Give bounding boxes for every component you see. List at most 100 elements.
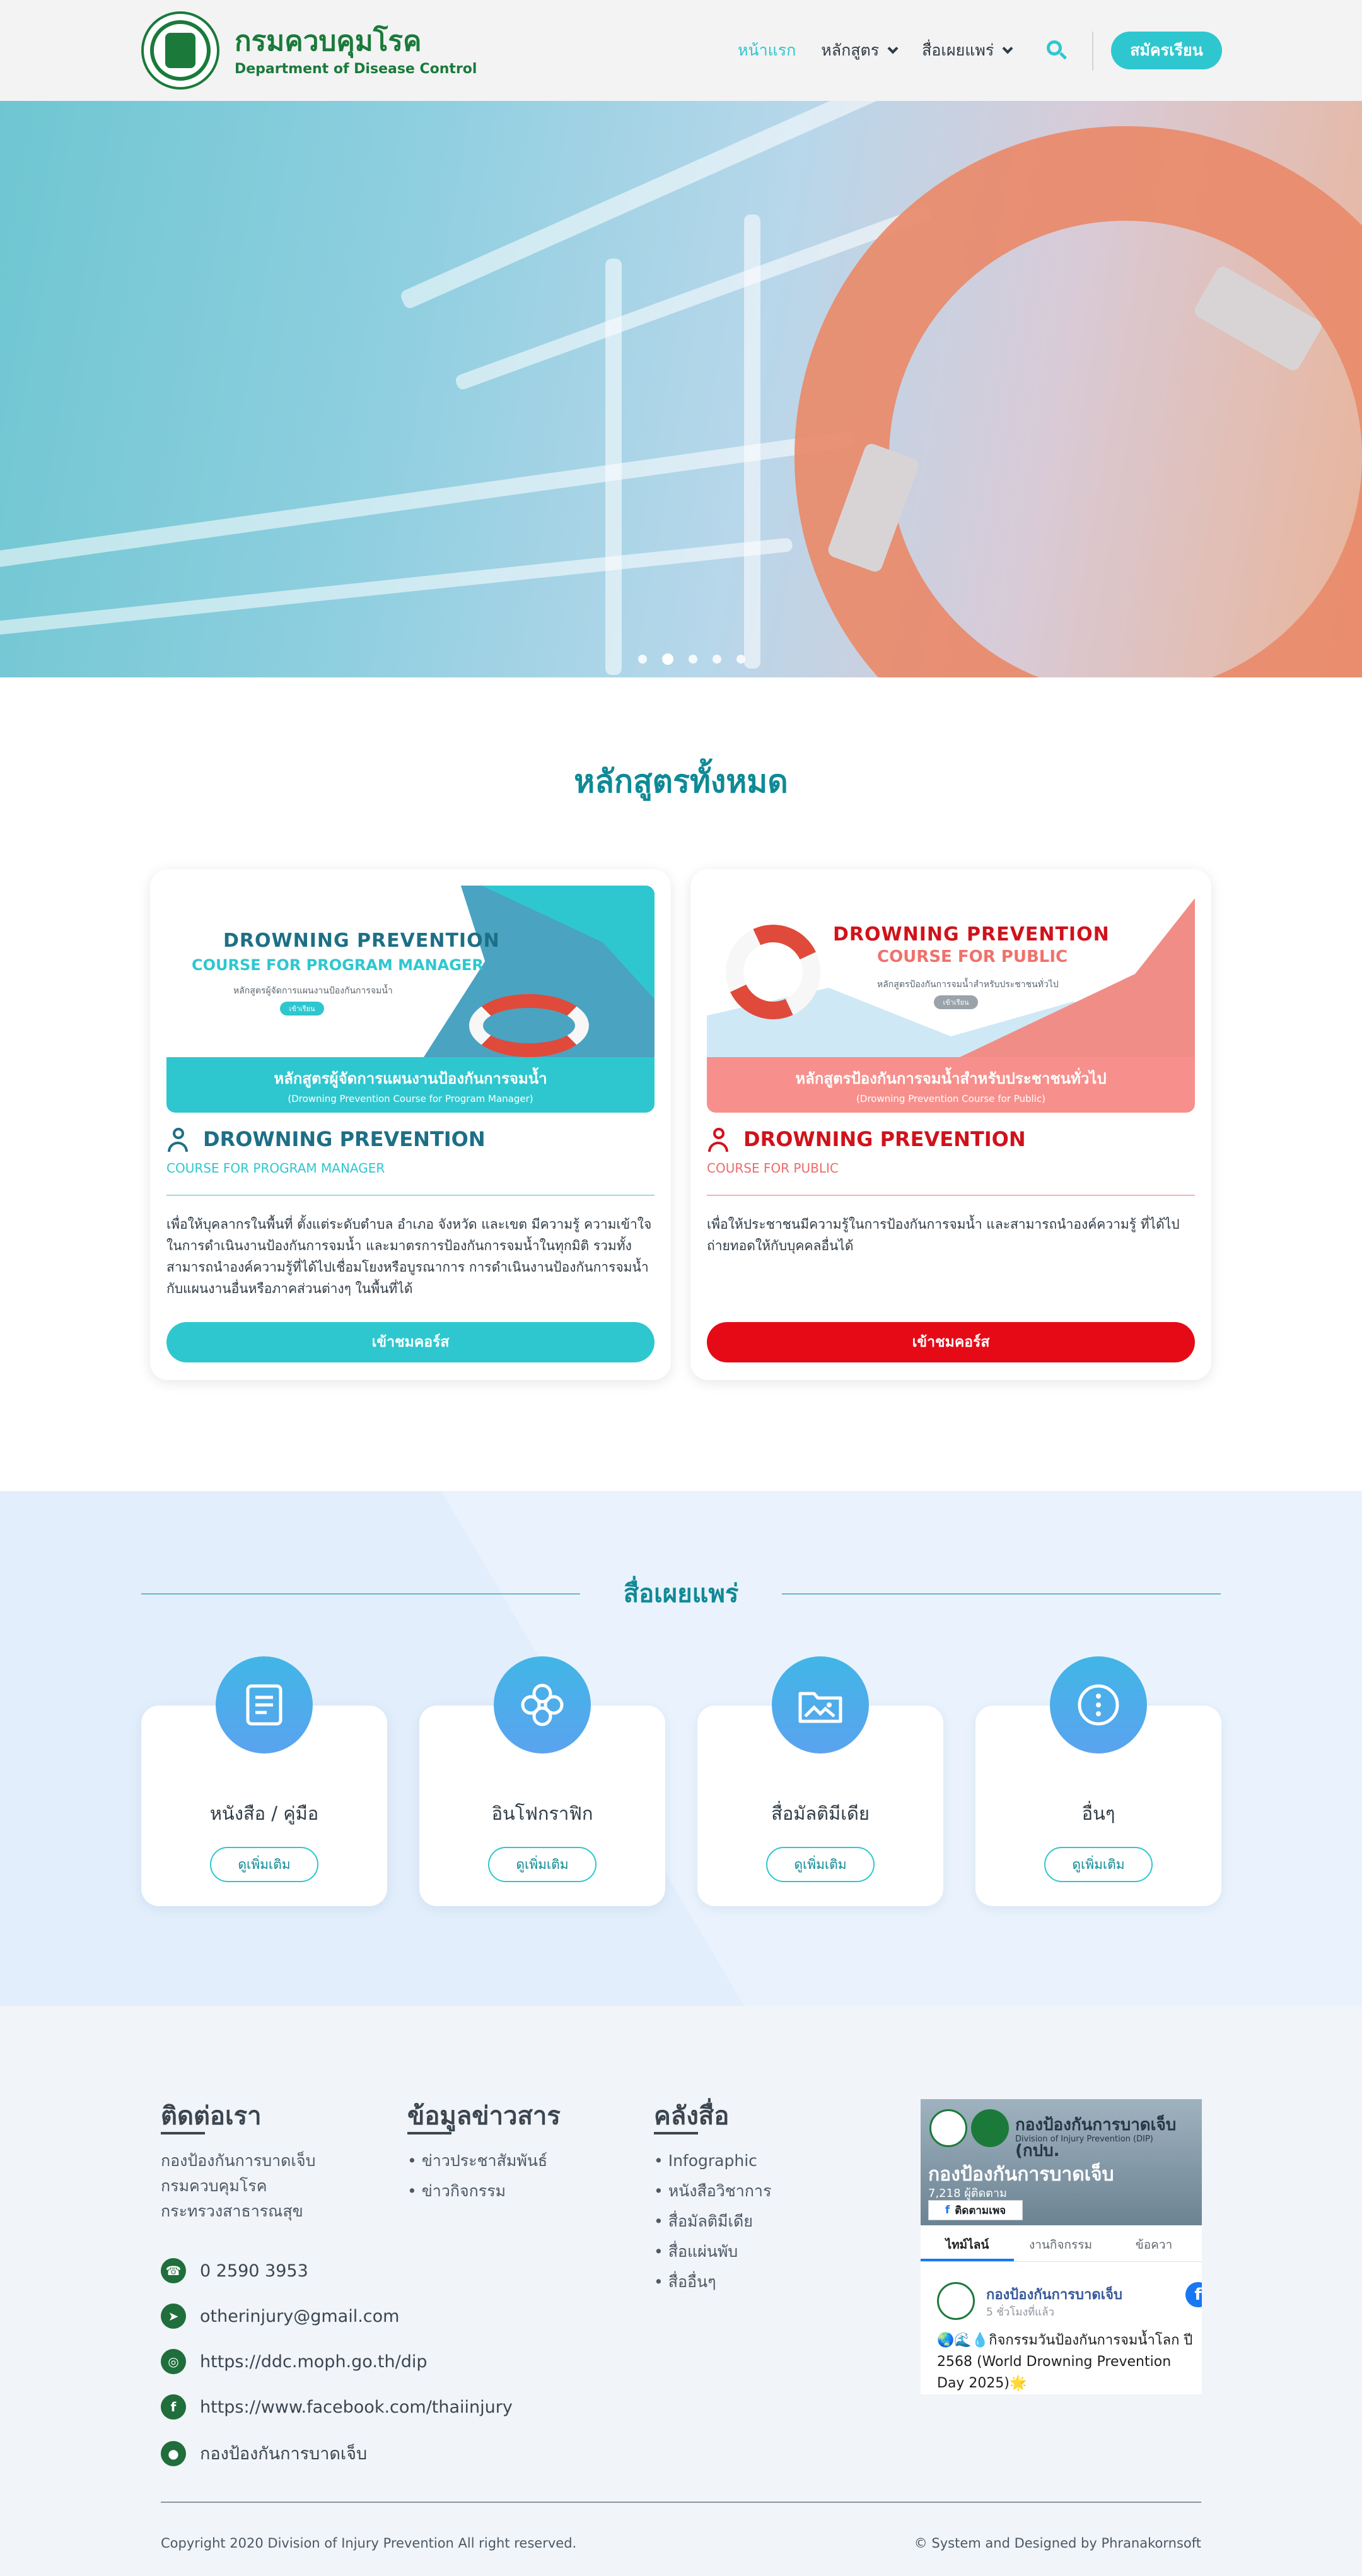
footer-link[interactable]: • ข่าวประชาสัมพันธ์ bbox=[407, 2146, 547, 2176]
media-card-label: สื่อมัลติมีเดีย bbox=[771, 1803, 870, 1824]
title-underline bbox=[654, 2132, 698, 2134]
slide-dot[interactable] bbox=[713, 655, 721, 664]
course-subtitle: COURSE FOR PROGRAM MANAGER bbox=[166, 1161, 385, 1176]
course-card-program-manager: DROWNING PREVENTION COURSE FOR PROGRAM M… bbox=[150, 869, 671, 1380]
footer-link[interactable]: • ข่าวกิจกรรม bbox=[407, 2176, 547, 2206]
contact-website[interactable]: ◎ https://ddc.moph.go.th/dip bbox=[161, 2349, 427, 2374]
title-underline bbox=[407, 2132, 451, 2134]
phone-icon: ☎ bbox=[161, 2258, 186, 2283]
post-time: 5 ชั่วโมงที่แล้ว bbox=[986, 2306, 1055, 2319]
slide-dot[interactable] bbox=[689, 655, 697, 664]
lifebuoy-image bbox=[794, 126, 1362, 677]
footer-link[interactable]: • สื่อแผ่นพับ bbox=[654, 2237, 771, 2267]
post-author[interactable]: กองป้องกันการบาดเจ็บ bbox=[986, 2283, 1122, 2305]
view-course-button[interactable]: เข้าชมคอร์ส bbox=[707, 1322, 1195, 1362]
media-card-label: อินโฟกราฟิก bbox=[491, 1803, 593, 1824]
copyright-text: Copyright 2020 Division of Injury Preven… bbox=[161, 2536, 577, 2551]
slide-dot[interactable] bbox=[638, 655, 647, 664]
contact-email[interactable]: ➤ otherinjury@gmail.com bbox=[161, 2304, 399, 2329]
media-card-label: หนังสือ / คู่มือ bbox=[209, 1803, 319, 1824]
course-subtitle: COURSE FOR PUBLIC bbox=[707, 1161, 839, 1176]
footer-library-list: • Infographic • หนังสือวิชาการ • สื่อมัล… bbox=[654, 2146, 771, 2297]
org-ministry: กระทรวงสาธารณสุข bbox=[161, 2202, 303, 2220]
designed-by-text: © System and Designed by Phranakornsoft bbox=[914, 2536, 1201, 2551]
tab-timeline[interactable]: ไทม์ไลน์ bbox=[921, 2230, 1014, 2261]
title-underline bbox=[161, 2132, 205, 2134]
facebook-follow-button[interactable]: f ติดตามเพจ bbox=[928, 2200, 1023, 2220]
people-icon bbox=[707, 1127, 732, 1152]
media-card-label: อื่นๆ bbox=[1081, 1803, 1115, 1824]
main-nav: หน้าแรก หลักสูตร สื่อเผยแพร่ bbox=[738, 35, 1037, 66]
facebook-tabs: ไทม์ไลน์ งานกิจกรรม ข้อควา bbox=[921, 2230, 1202, 2262]
facebook-icon: f bbox=[161, 2394, 186, 2420]
nav-divider bbox=[1092, 32, 1093, 71]
see-more-button[interactable]: ดูเพิ่มเติม bbox=[210, 1847, 318, 1882]
more-icon bbox=[1050, 1656, 1147, 1753]
nav-courses[interactable]: หลักสูตร bbox=[821, 38, 899, 63]
document-icon bbox=[216, 1656, 313, 1753]
slider-pagination bbox=[631, 653, 753, 665]
see-more-button[interactable]: ดูเพิ่มเติม bbox=[766, 1847, 875, 1882]
site-logo[interactable]: กรมควบคุมโรค Department of Disease Contr… bbox=[141, 11, 477, 90]
view-course-button[interactable]: เข้าชมคอร์ส bbox=[166, 1322, 655, 1362]
course-divider bbox=[166, 1195, 655, 1196]
contact-facebook[interactable]: f https://www.facebook.com/thaiinjury bbox=[161, 2394, 513, 2420]
course-description: เพื่อให้ประชาชนมีความรู้ในการป้องกันการจ… bbox=[707, 1217, 1180, 1253]
facebook-page-widget[interactable]: กองป้องกันการบาดเจ็บ (กปบ. Division of I… bbox=[921, 2099, 1202, 2394]
hero-slider[interactable] bbox=[0, 101, 1362, 677]
ministry-seal-icon bbox=[141, 11, 219, 90]
see-more-button[interactable]: ดูเพิ่มเติม bbox=[1044, 1847, 1153, 1882]
contact-phone[interactable]: ☎ 0 2590 3953 bbox=[161, 2258, 308, 2283]
facebook-icon[interactable]: f bbox=[1185, 2282, 1202, 2307]
course-banner-image[interactable]: DROWNING PREVENTION COURSE FOR PUBLIC หล… bbox=[707, 886, 1195, 1113]
course-banner-image[interactable]: DROWNING PREVENTION COURSE FOR PROGRAM M… bbox=[166, 886, 655, 1113]
media-title: สื่อเผยแพร่ bbox=[623, 1579, 739, 1608]
logo-title-english: Department of Disease Control bbox=[235, 61, 477, 77]
site-header: กรมควบคุมโรค Department of Disease Contr… bbox=[0, 0, 1362, 101]
contact-line[interactable]: ● กองป้องกันการบาดเจ็บ bbox=[161, 2440, 367, 2467]
nav-home[interactable]: หน้าแรก bbox=[738, 38, 796, 63]
courses-title: หลักสูตรทั้งหมด bbox=[574, 763, 788, 800]
media-section: สื่อเผยแพร่ หนังสือ / คู่มือ ดูเพิ่มเติม… bbox=[0, 1491, 1362, 2006]
footer-link[interactable]: • สื่อมัลติมีเดีย bbox=[654, 2206, 771, 2237]
chevron-down-icon bbox=[887, 43, 899, 54]
footer-link[interactable]: • Infographic bbox=[654, 2146, 771, 2176]
org-name: กองป้องกันการบาดเจ็บ bbox=[161, 2152, 316, 2170]
folder-image-icon bbox=[772, 1656, 869, 1753]
infographic-icon bbox=[494, 1656, 591, 1753]
course-card-public: DROWNING PREVENTION COURSE FOR PUBLIC หล… bbox=[690, 869, 1211, 1380]
tab-about[interactable]: ข้อควา bbox=[1107, 2230, 1201, 2261]
lifebuoy-icon bbox=[469, 994, 589, 1057]
footer-news-title: ข้อมูลข่าวสาร bbox=[407, 2102, 561, 2131]
tab-events[interactable]: งานกิจกรรม bbox=[1014, 2230, 1107, 2261]
course-name: DROWNING PREVENTION bbox=[743, 1127, 1026, 1151]
footer-link[interactable]: • สื่ออื่นๆ bbox=[654, 2267, 771, 2297]
course-description: เพื่อให้บุคลากรในพื้นที่ ตั้งแต่ระดับตำบ… bbox=[166, 1217, 652, 1296]
footer-library-title: คลังสื่อ bbox=[654, 2102, 730, 2131]
chevron-down-icon bbox=[1002, 43, 1013, 54]
facebook-icon: f bbox=[945, 2204, 950, 2216]
slide-dot-active[interactable] bbox=[662, 653, 673, 665]
site-footer: ติดต่อเรา กองป้องกันการบาดเจ็บ กรมควบคุม… bbox=[0, 2006, 1362, 2576]
logo-title-thai: กรมควบคุมโรค bbox=[235, 25, 422, 57]
line-icon: ● bbox=[161, 2440, 186, 2466]
course-name: DROWNING PREVENTION bbox=[203, 1127, 486, 1151]
signup-button[interactable]: สมัครเรียน bbox=[1111, 32, 1222, 69]
send-icon: ➤ bbox=[161, 2304, 186, 2329]
avatar[interactable] bbox=[937, 2282, 975, 2320]
search-icon[interactable] bbox=[1047, 40, 1068, 61]
footer-contact-title: ติดต่อเรา bbox=[161, 2102, 262, 2131]
footer-news-list: • ข่าวประชาสัมพันธ์ • ข่าวกิจกรรม bbox=[407, 2146, 547, 2206]
globe-icon: ◎ bbox=[161, 2349, 186, 2374]
course-divider bbox=[707, 1195, 1195, 1196]
post-text: 🌏🌊💧กิจกรรมวันป้องกันการจมน้ำโลก ปี 2568 … bbox=[937, 2333, 1193, 2391]
nav-media[interactable]: สื่อเผยแพร่ bbox=[922, 38, 1013, 63]
facebook-follower-count: 7,218 ผู้ติดตาม bbox=[928, 2187, 1007, 2200]
footer-link[interactable]: • หนังสือวิชาการ bbox=[654, 2176, 771, 2206]
footer-divider bbox=[161, 2502, 1201, 2503]
person-location-icon bbox=[166, 1127, 192, 1152]
org-department: กรมควบคุมโรค bbox=[161, 2177, 267, 2195]
slide-dot[interactable] bbox=[736, 655, 745, 664]
facebook-cover-image: กองป้องกันการบาดเจ็บ (กปบ. Division of I… bbox=[921, 2099, 1202, 2225]
see-more-button[interactable]: ดูเพิ่มเติม bbox=[488, 1847, 597, 1882]
